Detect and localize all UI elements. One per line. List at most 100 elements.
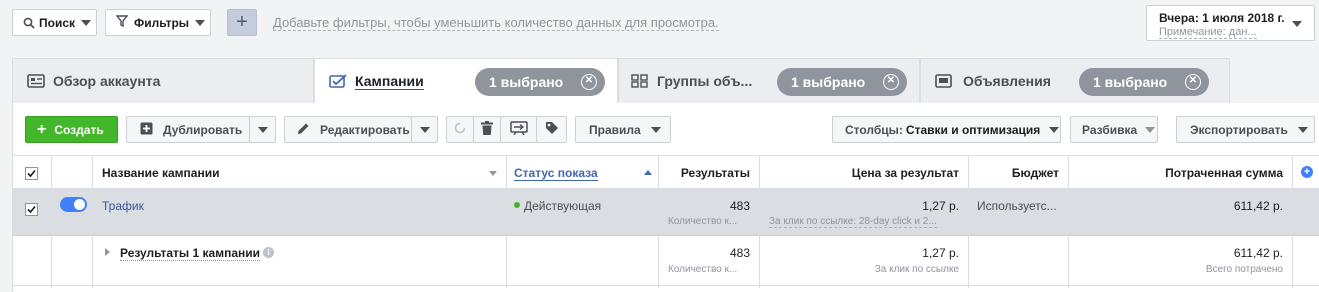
campaign-icon (329, 74, 347, 91)
columns-button[interactable]: Столбцы: Ставки и оптимизация (832, 116, 1061, 143)
column-header-results[interactable]: Результаты (681, 166, 750, 180)
ab-test-button[interactable] (500, 116, 537, 143)
filter-icon (115, 15, 129, 30)
campaign-name-link[interactable]: Трафик (102, 199, 144, 213)
create-button[interactable]: + Создать (25, 116, 118, 143)
chevron-down-icon (1049, 126, 1060, 133)
ab-test-icon (509, 121, 528, 138)
campaigns-selected-pill[interactable]: 1 выбрано ✕ (475, 68, 605, 96)
col-divider (92, 156, 93, 288)
col-divider (1068, 156, 1069, 288)
table-row[interactable] (13, 189, 1319, 236)
chevron-down-icon (650, 126, 661, 133)
plus-icon: + (37, 120, 47, 138)
clear-selection-icon[interactable]: ✕ (1185, 74, 1201, 90)
refresh-icon (453, 121, 467, 138)
create-label: Создать (54, 122, 104, 137)
col-divider (1292, 156, 1293, 288)
select-all-checkbox[interactable] (25, 167, 38, 180)
chevron-down-icon (419, 126, 430, 133)
columns-value: Ставки и оптимизация (905, 122, 1041, 137)
summary-cost-value: 1,27 р. (922, 246, 959, 260)
tag-button[interactable] (536, 116, 567, 143)
date-range-picker[interactable]: Вчера: 1 июля 2018 г. Примечание: дан... (1146, 5, 1315, 41)
tab-account-overview-label: Обзор аккаунта (53, 73, 161, 89)
add-filter-button[interactable]: + (227, 9, 257, 36)
rules-label: Правила (589, 122, 641, 137)
add-filter-hint[interactable]: Добавьте фильтры, чтобы уменьшить количе… (273, 15, 719, 31)
col-divider (968, 156, 969, 288)
duplicate-dropdown[interactable] (249, 116, 276, 143)
ads-selected-pill[interactable]: 1 выбрано ✕ (1079, 68, 1209, 96)
status-active-dot (514, 202, 520, 208)
tab-adsets-label: Группы объ... (657, 73, 753, 89)
col-divider (506, 156, 507, 288)
pencil-icon (297, 122, 310, 138)
results-value: 483 (729, 199, 750, 213)
summary-row (13, 236, 1319, 286)
duplicate-label: Дублировать (163, 122, 243, 137)
edit-label: Редактировать (320, 122, 410, 137)
sort-icon[interactable] (489, 171, 497, 176)
campaign-toggle[interactable] (60, 197, 87, 212)
checkmark-icon (27, 205, 36, 214)
breakdown-button[interactable]: Разбивка (1070, 116, 1158, 143)
trash-icon (481, 121, 493, 138)
col-divider (759, 156, 760, 288)
chevron-down-icon (1292, 21, 1302, 27)
row-checkbox[interactable] (25, 203, 38, 216)
summary-spent-value: 611,42 р. (1233, 246, 1283, 260)
tab-ads-label: Объявления (963, 73, 1051, 89)
toggle-knob (74, 199, 85, 210)
checkmark-icon (27, 169, 36, 178)
column-header-name[interactable]: Название кампании (102, 166, 219, 180)
delivery-status: Действующая (524, 199, 602, 213)
duplicate-icon (140, 122, 153, 138)
sort-ascending-icon[interactable] (644, 170, 652, 175)
column-header-spent[interactable]: Потраченная сумма (1165, 166, 1283, 180)
rules-button[interactable]: Правила (575, 116, 671, 143)
breakdown-label: Разбивка (1082, 122, 1138, 137)
summary-cost-subtext: За клик по ссылке (874, 264, 959, 275)
clear-selection-icon[interactable]: ✕ (883, 74, 899, 90)
pill-label: 1 выбрано (1093, 74, 1168, 90)
duplicate-button[interactable]: Дублировать (126, 116, 250, 143)
cost-subtext[interactable]: За клик по ссылке: 28-day click и 2... (769, 216, 937, 228)
budget-value: Используетс... (977, 199, 1057, 213)
tab-account-overview[interactable]: Обзор аккаунта (12, 58, 314, 103)
spent-value: 611,42 р. (1233, 199, 1283, 213)
tab-campaigns[interactable]: Кампании 1 выбрано ✕ (314, 58, 618, 103)
col-divider (51, 156, 52, 288)
chevron-down-icon (195, 19, 206, 26)
summary-results-subtext: Количество к... (668, 264, 738, 275)
delete-button[interactable] (473, 116, 501, 143)
plus-icon: + (236, 11, 248, 33)
adsets-selected-pill[interactable]: 1 выбрано ✕ (777, 68, 907, 96)
tab-ads[interactable]: Объявления 1 выбрано ✕ (920, 58, 1230, 103)
search-icon (23, 17, 35, 29)
results-subtext: Количество к... (668, 216, 738, 227)
cost-value: 1,27 р. (922, 199, 959, 213)
filters-button[interactable]: Фильтры (105, 9, 211, 36)
chevron-down-icon (81, 19, 92, 26)
column-header-budget[interactable]: Бюджет (1012, 166, 1059, 180)
refresh-button[interactable] (446, 116, 474, 143)
columns-prefix: Столбцы: (845, 122, 903, 137)
search-label: Поиск (39, 15, 76, 30)
summary-label[interactable]: Результаты 1 кампании (120, 246, 261, 261)
info-icon[interactable]: i (263, 247, 274, 258)
edit-dropdown[interactable] (411, 116, 438, 143)
tab-adsets[interactable]: Группы объ... 1 выбрано ✕ (618, 58, 920, 103)
add-column-icon[interactable]: + (1301, 166, 1313, 178)
export-label: Экспортировать (1190, 122, 1288, 137)
column-header-cost[interactable]: Цена за результат (852, 166, 959, 180)
tag-icon (545, 121, 559, 138)
expand-caret-icon[interactable] (105, 248, 110, 256)
filters-label: Фильтры (134, 15, 190, 30)
clear-selection-icon[interactable]: ✕ (581, 74, 597, 90)
date-range-label: Вчера: 1 июля 2018 г. (1159, 11, 1285, 25)
edit-button[interactable]: Редактировать (284, 116, 412, 143)
export-button[interactable]: Экспортировать (1176, 116, 1315, 143)
search-button[interactable]: Поиск (12, 9, 97, 36)
column-header-status[interactable]: Статус показа (514, 166, 598, 181)
